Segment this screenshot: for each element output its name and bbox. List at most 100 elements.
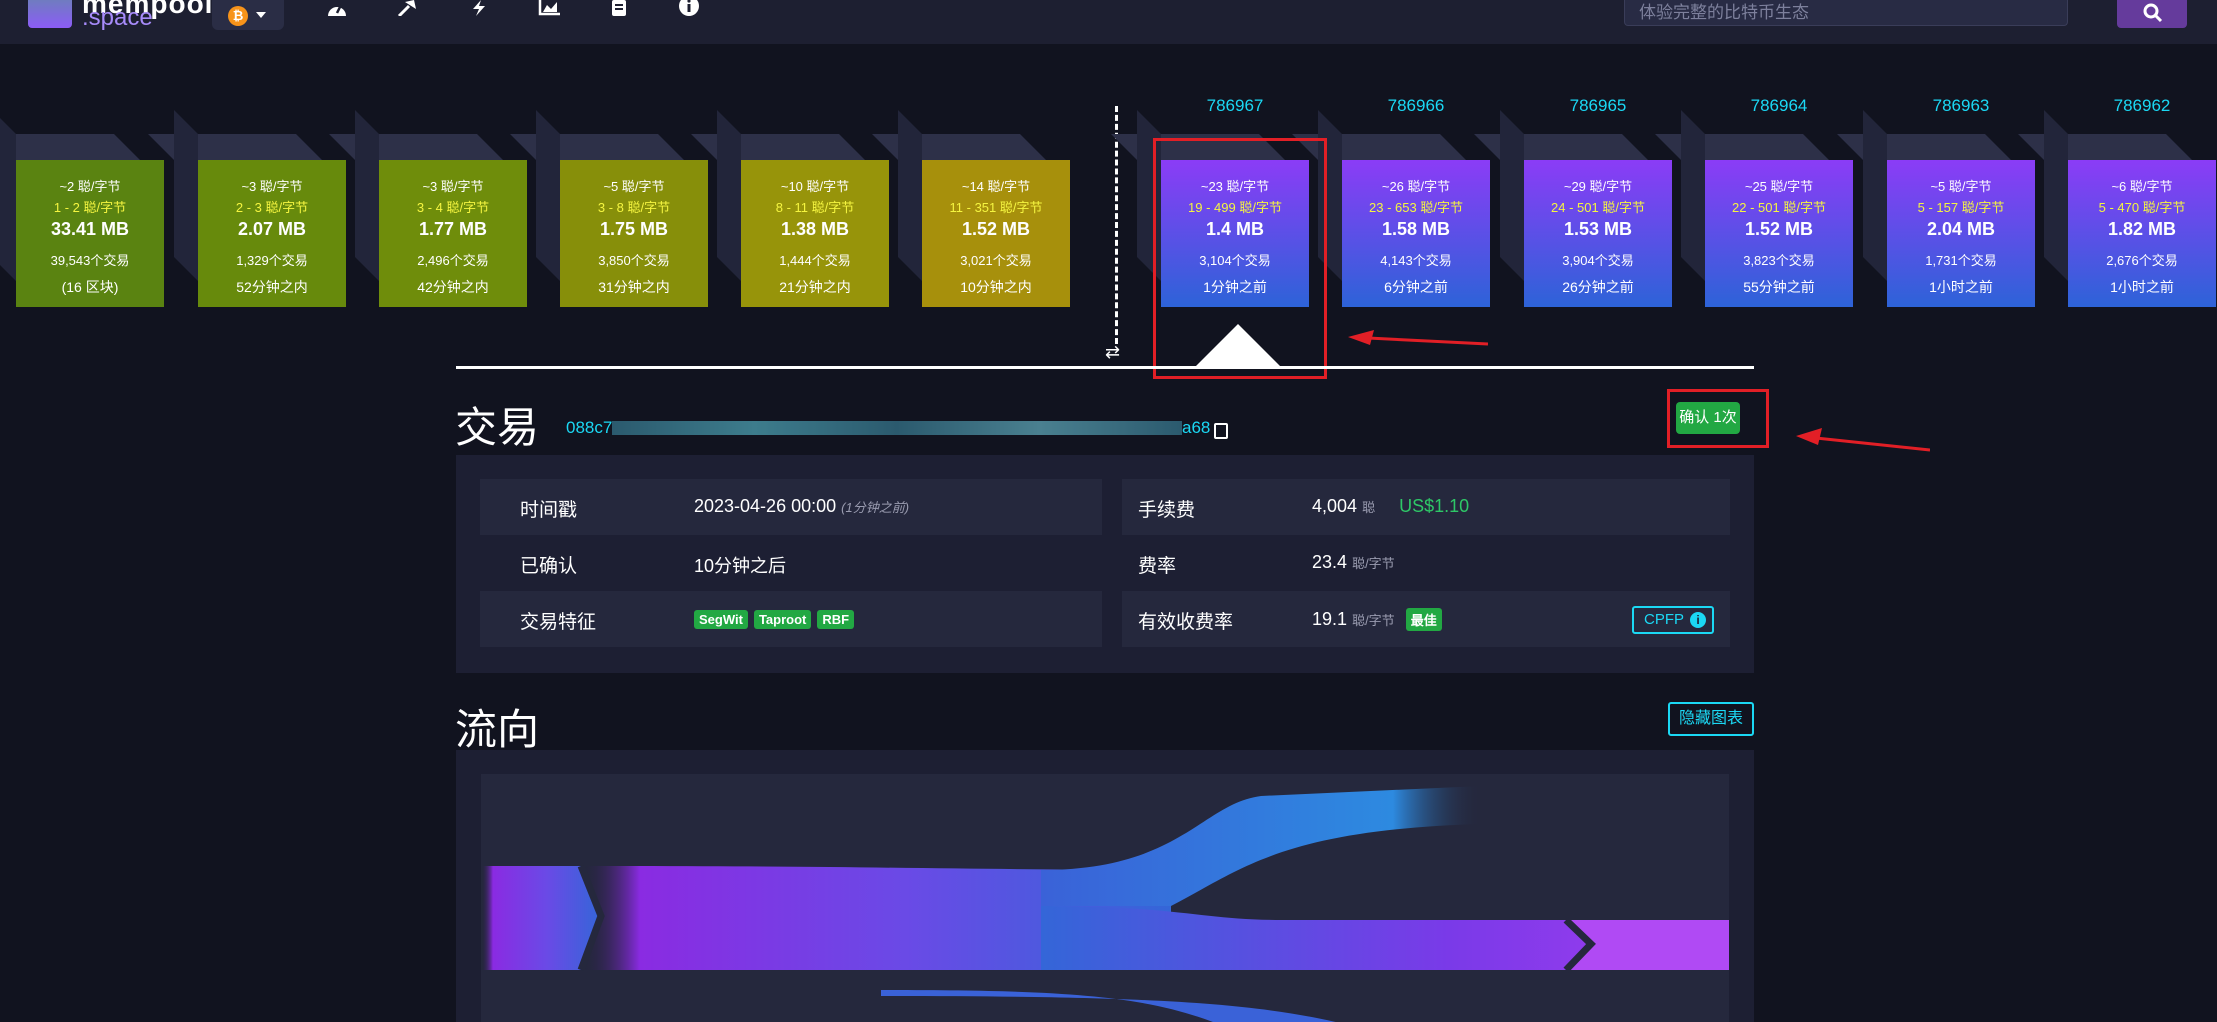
txid-start[interactable]: 088c7: [566, 418, 612, 438]
block-fee-median: ~10 聪/字节: [780, 179, 850, 194]
block-fee-range: 5 - 157 聪/字节: [1917, 200, 2005, 215]
block-height-link[interactable]: 786964: [1705, 96, 1853, 116]
block-face: ~5 聪/字节 5 - 157 聪/字节 2.04 MB 1,731个交易 1小时之前: [1887, 160, 2035, 307]
block-face: ~29 聪/字节 24 - 501 聪/字节 1.53 MB 3,904个交易 26分钟…: [1524, 160, 1672, 307]
feature-badge[interactable]: RBF: [817, 610, 855, 629]
confirmed-block[interactable]: ~6 聪/字节 5 - 470 聪/字节 1.82 MB 2,676个交易 1小时之前: [2018, 110, 2216, 307]
block-tx-count: 3,904个交易: [1562, 253, 1634, 268]
block-tx-count: 2,676个交易: [2106, 253, 2178, 268]
dashboard-icon[interactable]: [322, 0, 352, 20]
mempool-block[interactable]: ~5 聪/字节 3 - 8 聪/字节 1.75 MB 3,850个交易 31分钟之内: [510, 110, 708, 307]
copy-icon[interactable]: [1214, 423, 1228, 439]
logo-cube-icon: [28, 0, 72, 28]
timestamp-row: 时间戳 2023-04-26 00:00 (1分钟之前): [480, 479, 1102, 535]
hide-diagram-button[interactable]: 隐藏图表: [1668, 702, 1754, 736]
fee-value: 4,004 聪 US$1.10: [1312, 496, 1470, 516]
best-badge: 最佳: [1405, 608, 1442, 631]
flow-title: 流向: [455, 706, 540, 753]
confirmed-block[interactable]: ~25 聪/字节 22 - 501 聪/字节 1.52 MB 3,823个交易 55分钟…: [1655, 110, 1853, 307]
swap-arrows-icon[interactable]: ⇄: [1105, 342, 1120, 363]
block-tx-count: 3,850个交易: [598, 253, 670, 268]
red-arrow-icon: [1348, 330, 1488, 346]
graphs-icon[interactable]: [534, 0, 564, 20]
block-face: ~3 聪/字节 3 - 4 聪/字节 1.77 MB 2,496个交易 42分钟之内: [379, 160, 527, 307]
block-tx-count: 1,329个交易: [236, 253, 308, 268]
lightning-icon[interactable]: [464, 0, 494, 20]
block-face: ~6 聪/字节 5 - 470 聪/字节 1.82 MB 2,676个交易 1小时之前: [2068, 160, 2216, 307]
block-fee-range: 24 - 501 聪/字节: [1551, 200, 1645, 215]
block-fee-range: 23 - 653 聪/字节: [1369, 200, 1463, 215]
block-tx-count: 1,444个交易: [779, 253, 851, 268]
mempool-block[interactable]: ~10 聪/字节 8 - 11 聪/字节 1.38 MB 1,444个交易 21分钟之内: [691, 110, 889, 307]
search-button[interactable]: [2117, 0, 2187, 28]
feature-badge[interactable]: Taproot: [753, 610, 812, 629]
block-face: ~3 聪/字节 2 - 3 聪/字节 2.07 MB 1,329个交易 52分钟之内: [198, 160, 346, 307]
block-face: ~14 聪/字节 11 - 351 聪/字节 1.52 MB 3,021个交易 10分钟…: [922, 160, 1070, 307]
block-height-link[interactable]: 786965: [1524, 96, 1672, 116]
block-size: 33.41 MB: [50, 219, 130, 239]
block-eta: (16 区块): [61, 279, 119, 295]
block-height-link[interactable]: 786967: [1161, 96, 1309, 116]
block-side-face: [717, 110, 741, 281]
tx-details: 时间戳 2023-04-26 00:00 (1分钟之前) 已确认 10分钟之后 …: [456, 455, 1754, 673]
timestamp-label: 时间戳: [520, 500, 578, 521]
block-side-face: [536, 110, 560, 281]
mempool-block[interactable]: ~3 聪/字节 3 - 4 聪/字节 1.77 MB 2,496个交易 42分钟之内: [329, 110, 527, 307]
flow-input-band: [481, 866, 601, 970]
block-eta: 52分钟之内: [236, 279, 308, 295]
block-tx-count: 1,731个交易: [1925, 253, 1997, 268]
txid-end[interactable]: a68: [1182, 418, 1210, 438]
confirmed-block[interactable]: ~5 聪/字节 5 - 157 聪/字节 2.04 MB 1,731个交易 1小时之前: [1837, 110, 2035, 307]
block-height-link[interactable]: 786966: [1342, 96, 1490, 116]
block-tx-count: 39,543个交易: [50, 253, 130, 268]
block-fee-median: ~5 聪/字节: [1930, 179, 1992, 194]
block-height-link[interactable]: 786963: [1887, 96, 2035, 116]
block-tx-count: 3,021个交易: [960, 253, 1032, 268]
block-size: 1.75 MB: [599, 219, 669, 239]
mempool-block[interactable]: ~3 聪/字节 2 - 3 聪/字节 2.07 MB 1,329个交易 52分钟之内: [148, 110, 346, 307]
cpfp-button[interactable]: CPFP i: [1632, 606, 1714, 634]
block-fee-median: ~3 聪/字节: [422, 179, 484, 194]
block-size: 1.53 MB: [1563, 219, 1633, 239]
confirmed-block[interactable]: ~29 聪/字节 24 - 501 聪/字节 1.53 MB 3,904个交易 26分钟…: [1474, 110, 1672, 307]
confirmations-badge[interactable]: 确认 1次: [1676, 402, 1740, 434]
mempool-divider: [1115, 106, 1118, 344]
confirmed-value: 10分钟之后: [694, 556, 787, 576]
block-fee-median: ~26 聪/字节: [1381, 179, 1451, 194]
search-input[interactable]: [1624, 0, 2068, 26]
flow-upper-output: [1041, 786, 1481, 906]
mempool-block[interactable]: ~2 聪/字节 1 - 2 聪/字节 33.41 MB 39,543个交易 (16 区块…: [0, 110, 164, 307]
red-arrow-icon: [1796, 428, 1930, 452]
mining-icon[interactable]: [392, 0, 422, 20]
block-tx-count: 3,823个交易: [1743, 253, 1815, 268]
fee-label: 手续费: [1138, 500, 1196, 521]
about-icon[interactable]: [674, 0, 704, 20]
block-tx-count: 4,143个交易: [1380, 253, 1452, 268]
flow-lower-output: [881, 990, 1336, 1022]
block-fee-median: ~5 聪/字节: [603, 179, 665, 194]
block-fee-median: ~2 聪/字节: [59, 179, 121, 194]
block-side-face: [1500, 110, 1524, 281]
features-badges: SegWit Taproot RBF: [694, 608, 860, 629]
features-row: 交易特征 SegWit Taproot RBF: [480, 591, 1102, 647]
page-title: 交易: [455, 404, 540, 451]
block-size: 2.04 MB: [1926, 219, 1996, 239]
confirmed-block[interactable]: ~26 聪/字节 23 - 653 聪/字节 1.58 MB 4,143个交易 6分钟之…: [1292, 110, 1490, 307]
feature-badge[interactable]: SegWit: [694, 610, 748, 629]
block-size: 1.82 MB: [2107, 219, 2177, 239]
block-fee-range: 3 - 4 聪/字节: [416, 200, 490, 215]
caret-down-icon: [256, 12, 266, 18]
block-eta: 21分钟之内: [779, 279, 851, 295]
network-selector[interactable]: ₿: [212, 0, 284, 30]
confirmed-row: 已确认 10分钟之后: [480, 535, 1102, 591]
block-fee-range: 5 - 470 聪/字节: [2098, 200, 2186, 215]
docs-icon[interactable]: [604, 0, 634, 20]
block-side-face: [0, 110, 16, 281]
mempool-logo[interactable]: mempool .space: [28, 0, 212, 44]
flow-canvas: [481, 774, 1729, 1022]
block-height-link[interactable]: 786962: [2068, 96, 2216, 116]
mempool-block[interactable]: ~14 聪/字节 11 - 351 聪/字节 1.52 MB 3,021个交易 10分钟…: [872, 110, 1070, 307]
block-time: 55分钟之前: [1743, 279, 1815, 295]
block-fee-median: ~3 聪/字节: [241, 179, 303, 194]
block-side-face: [2044, 110, 2068, 281]
